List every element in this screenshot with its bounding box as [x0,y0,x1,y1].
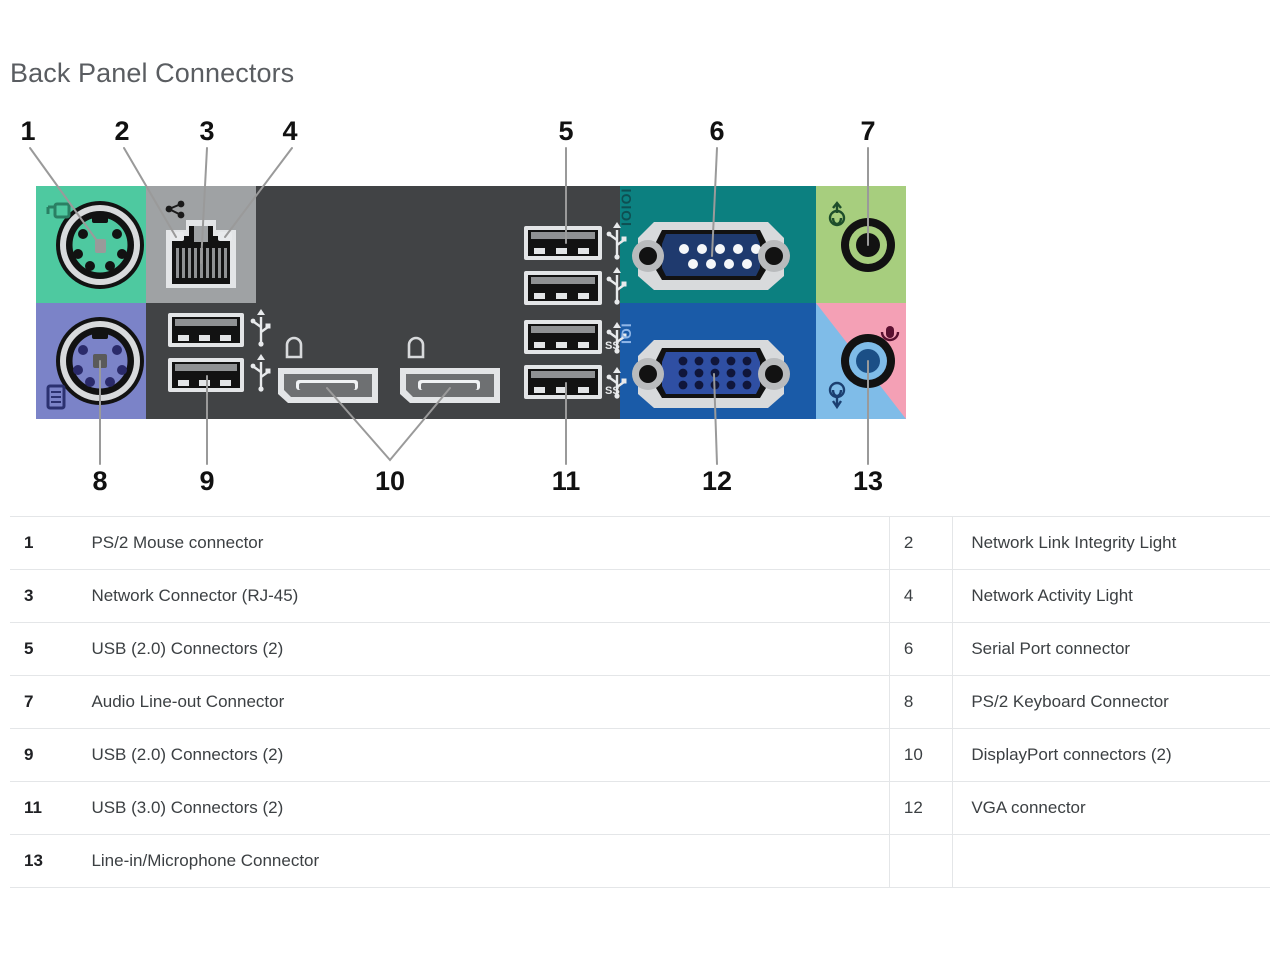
callout-number-9: 9 [199,466,214,496]
svg-text:IOI: IOI [618,322,634,344]
row-number-right: 12 [889,781,954,835]
row-number-left: 9 [10,728,74,782]
table-row: 3 Network Connector (RJ-45) 4 Network Ac… [10,569,1270,623]
row-desc-left: Audio Line-out Connector [73,675,890,729]
back-panel-connectors-figure: SS SS IOIOI IOI 1 2 3 4 5 6 7 8 9 10 11 … [0,108,960,498]
usb30-connector-mid-2 [524,365,602,399]
row-number-left: 11 [10,781,74,835]
row-desc-right: VGA connector [952,781,1270,835]
row-number-right: 6 [889,622,954,676]
callout-number-4: 4 [282,116,297,146]
callout-number-8: 8 [92,466,107,496]
row-desc-right: PS/2 Keyboard Connector [952,675,1270,729]
connectors-table-body: 1 PS/2 Mouse connector 2 Network Link In… [10,516,1270,888]
connectors-table: 1 PS/2 Mouse connector 2 Network Link In… [10,516,1270,888]
row-number-right: 8 [889,675,954,729]
table-row: 1 PS/2 Mouse connector 2 Network Link In… [10,516,1270,570]
row-number-right [889,834,954,888]
displayport-connector-1 [278,368,378,403]
usb20-connector-left-1 [168,313,244,347]
row-desc-left: USB (2.0) Connectors (2) [73,622,890,676]
callout-number-6: 6 [709,116,724,146]
row-number-left: 3 [10,569,74,623]
callout-number-5: 5 [558,116,573,146]
callout-number-1: 1 [20,116,35,146]
row-desc-left: USB (2.0) Connectors (2) [73,728,890,782]
usb20-connector-mid-1 [524,226,602,260]
displayport-connector-2 [400,368,500,403]
callout-number-3: 3 [199,116,214,146]
serial-port-icon: IOIOI [618,188,634,226]
callout-number-7: 7 [860,116,875,146]
table-row: 13 Line-in/Microphone Connector [10,834,1270,888]
row-number-left: 13 [10,834,74,888]
row-number-left: 5 [10,622,74,676]
row-number-left: 7 [10,675,74,729]
table-row: 9 USB (2.0) Connectors (2) 10 DisplayPor… [10,728,1270,782]
row-desc-right: Network Link Integrity Light [952,516,1270,570]
table-row: 7 Audio Line-out Connector 8 PS/2 Keyboa… [10,675,1270,729]
usb30-connector-mid-1 [524,320,602,354]
row-desc-right [952,834,1270,888]
row-desc-left: USB (3.0) Connectors (2) [73,781,890,835]
row-desc-right: DisplayPort connectors (2) [952,728,1270,782]
svg-text:SS: SS [605,385,620,397]
row-desc-left: PS/2 Mouse connector [73,516,890,570]
row-desc-right: Serial Port connector [952,622,1270,676]
callout-number-13: 13 [853,466,883,496]
svg-text:IOIOI: IOIOI [618,188,634,226]
usb20-connector-mid-2 [524,271,602,305]
callout-number-10: 10 [375,466,405,496]
page-title: Back Panel Connectors [10,58,295,88]
callout-number-11: 11 [552,466,581,496]
callout-number-2: 2 [114,116,129,146]
page-root: Back Panel Connectors SS SS IOIOI IOI 1 … [0,0,1280,960]
row-number-right: 4 [889,569,954,623]
table-row: 11 USB (3.0) Connectors (2) 12 VGA conne… [10,781,1270,835]
row-number-left: 1 [10,516,74,570]
network-link-integrity-light [170,232,184,241]
row-desc-left: Network Connector (RJ-45) [73,569,890,623]
row-number-right: 2 [889,516,954,570]
row-number-right: 10 [889,728,954,782]
row-desc-right: Network Activity Light [952,569,1270,623]
vga-port-icon: IOI [618,322,634,344]
callout-number-12: 12 [702,466,732,496]
vga-port-connector [632,340,790,408]
table-row: 5 USB (2.0) Connectors (2) 6 Serial Port… [10,622,1270,676]
row-desc-left: Line-in/Microphone Connector [73,834,890,888]
